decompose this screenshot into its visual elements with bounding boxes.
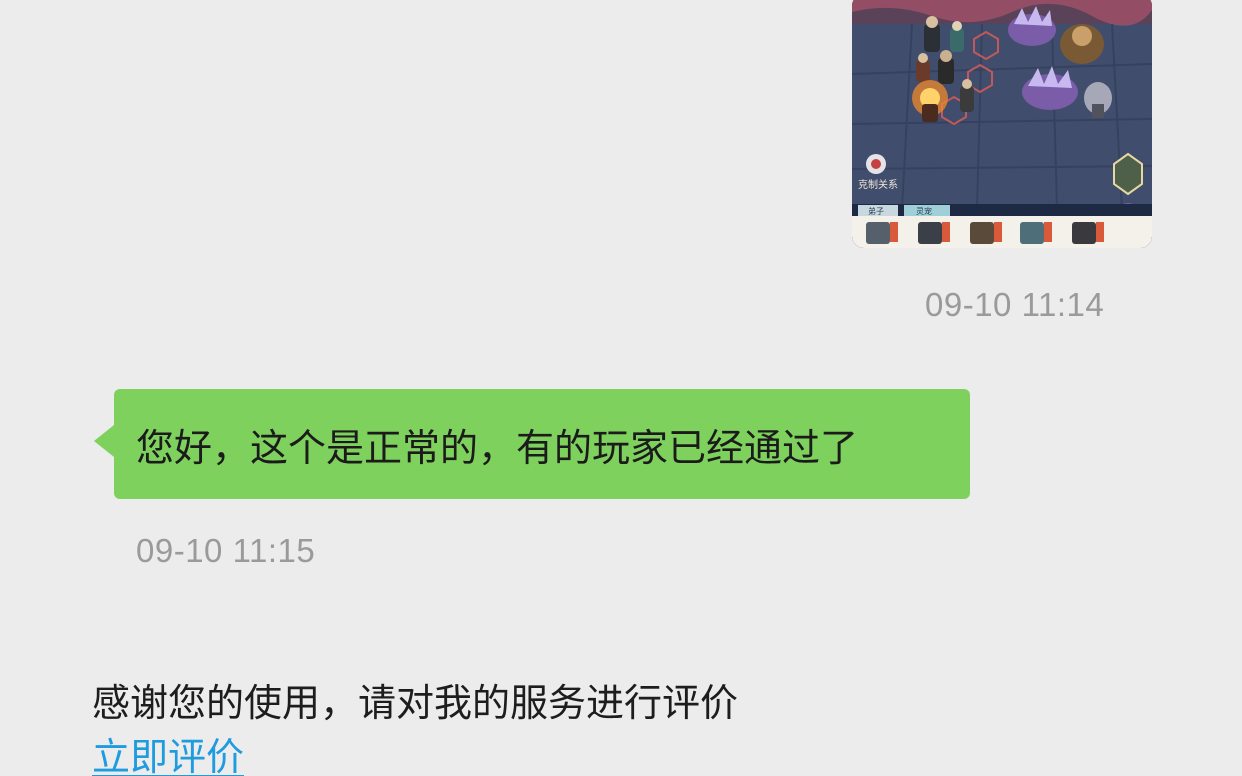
- chat-screen: 克制关系 弟子 灵宠 09-10 11:14 您好，这个是正常的，有的玩家已经通…: [0, 0, 1242, 776]
- message-timestamp: 09-10 11:15: [136, 532, 316, 569]
- game-screenshot-image[interactable]: 克制关系 弟子 灵宠: [852, 0, 1152, 248]
- game-scene-graphic: 克制关系 弟子 灵宠: [852, 0, 1152, 248]
- message-timestamp: 09-10 11:14: [925, 286, 1105, 323]
- tab-disciple: 弟子: [868, 206, 884, 216]
- agent-message-bubble[interactable]: 您好，这个是正常的，有的玩家已经通过了: [94, 389, 970, 499]
- tab-pet: 灵宠: [916, 206, 932, 216]
- rate-now-link[interactable]: 立即评价: [92, 726, 244, 776]
- evaluation-prompt: 感谢您的使用，请对我的服务进行评价: [92, 681, 739, 725]
- agent-message-text: 您好，这个是正常的，有的玩家已经通过了: [136, 425, 859, 470]
- relation-label: 克制关系: [858, 178, 898, 191]
